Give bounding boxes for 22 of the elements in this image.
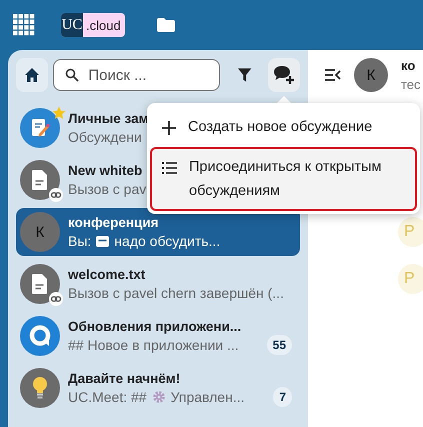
avatar: Р [398,217,423,247]
avatar: Р [398,264,423,294]
message-preview: UC.Meet: ## [68,389,147,405]
message-preview: надо обсудить... [114,233,220,249]
conversation-title: Личные зам [68,111,149,126]
message-preview: Вызов с pavel chern завершён (... [68,285,284,301]
conversation-title: Давайте начнём! [68,371,180,386]
conversation-title: welcome.txt [68,267,146,282]
conversation-title: New whiteb [68,163,142,178]
message-preview: Вызов с pav [68,181,146,197]
unread-count: 7 [273,387,292,407]
message-preview: Вы: [68,233,92,249]
conversation-title: Обновления приложени... [68,319,242,334]
avatar: К [354,58,388,92]
unread-count: 55 [266,335,292,355]
message-preview: ## Новое в приложении ... [68,337,239,353]
message-preview: Управлен... [170,389,244,405]
conversation-subtitle: тес [401,77,421,92]
conversation-title: конференция [68,215,159,230]
avatar: К [20,212,60,252]
conversation-title: ко [401,58,416,73]
message-preview: Обсуждени [68,129,142,145]
